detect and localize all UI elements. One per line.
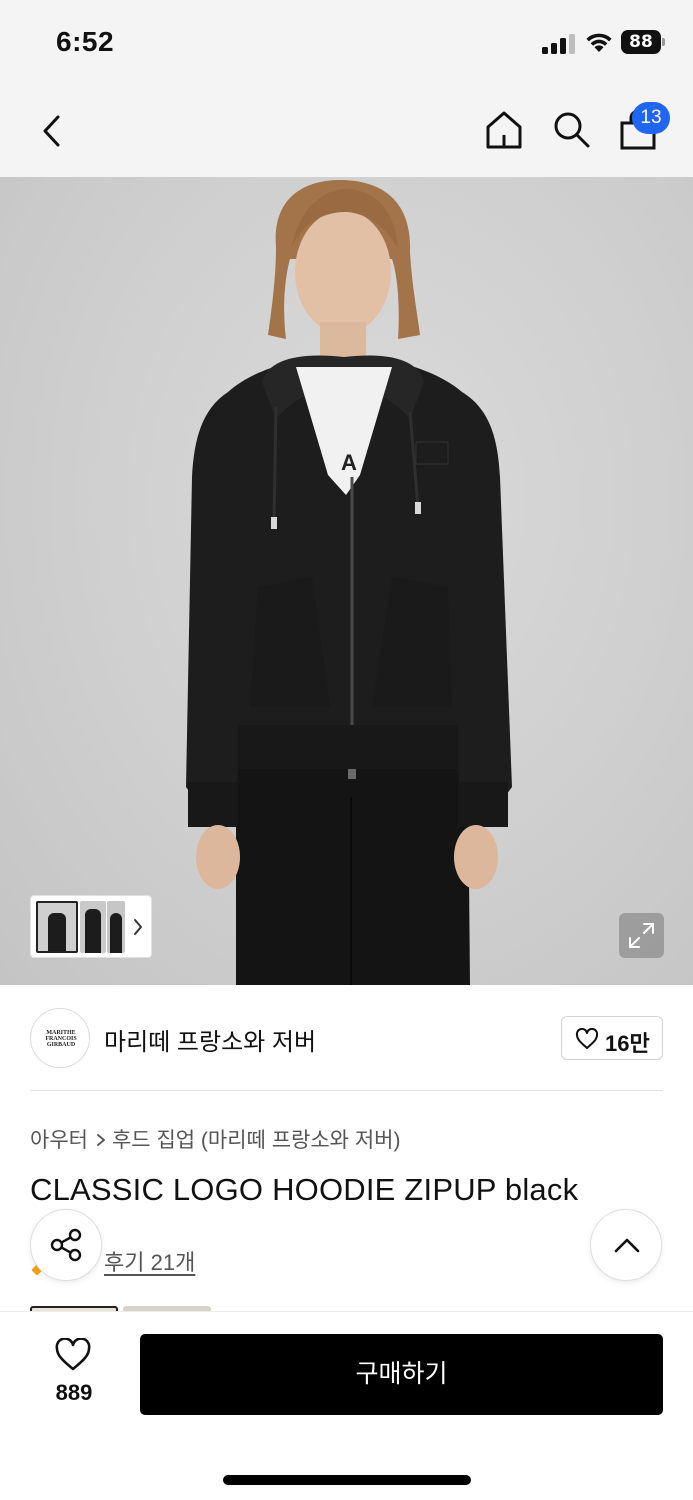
brand-like-count: 16만 xyxy=(605,1031,650,1056)
brand-like-button[interactable]: 16만 xyxy=(561,1016,663,1060)
expand-image-button[interactable] xyxy=(619,913,664,958)
chevron-up-icon xyxy=(614,1238,640,1253)
heart-outline-icon xyxy=(55,1338,91,1371)
product-title: CLASSIC LOGO HOODIE ZIPUP black xyxy=(30,1172,579,1207)
home-indicator xyxy=(223,1475,471,1485)
breadcrumb: 아우터 후드 집업 (마리떼 프랑소와 저버) xyxy=(30,1124,400,1154)
battery-indicator: 88 xyxy=(621,30,665,54)
home-icon[interactable] xyxy=(484,109,524,151)
review-link[interactable]: 후기 21개 xyxy=(104,1245,195,1277)
cart-count-badge: 13 xyxy=(632,102,670,134)
breadcrumb-item[interactable]: 후드 집업 (마리떼 프랑소와 저버) xyxy=(112,1129,400,1152)
expand-icon xyxy=(629,923,654,948)
gallery-thumbnail[interactable] xyxy=(36,901,78,953)
chevron-right-icon xyxy=(97,1134,105,1146)
wishlist-button[interactable]: 889 xyxy=(40,1336,108,1412)
buy-button[interactable]: 구매하기 xyxy=(140,1334,663,1415)
share-button[interactable] xyxy=(30,1209,102,1281)
svg-text:A: A xyxy=(341,450,357,475)
status-bar: 6:52 88 xyxy=(0,0,693,85)
gallery-thumbnail[interactable] xyxy=(107,901,125,953)
brand-name[interactable]: 마리떼 프랑소와 저버 xyxy=(104,1022,316,1057)
battery-tip xyxy=(662,38,665,46)
gallery-thumbnail[interactable] xyxy=(80,901,106,953)
gallery-thumbnails[interactable] xyxy=(30,895,152,958)
brand-logo[interactable]: MARITHE FRANCOIS GIRBAUD xyxy=(30,1008,90,1068)
share-icon xyxy=(50,1228,82,1262)
breadcrumb-item[interactable]: 아우터 xyxy=(30,1129,88,1152)
cellular-signal-icon xyxy=(542,34,575,54)
scroll-top-button[interactable] xyxy=(590,1209,662,1281)
battery-level: 88 xyxy=(629,32,653,52)
product-image[interactable]: A xyxy=(0,177,693,985)
search-icon[interactable] xyxy=(551,109,591,149)
wifi-icon xyxy=(586,33,612,52)
wishlist-count: 889 xyxy=(55,1380,93,1405)
nav-bar xyxy=(0,85,693,177)
model-photo: A xyxy=(186,180,512,985)
brand-logo-mark: MARITHE FRANCOIS GIRBAUD xyxy=(45,1030,77,1048)
heart-outline-icon xyxy=(575,1028,599,1049)
chevron-left-icon[interactable] xyxy=(38,113,66,149)
divider xyxy=(30,1090,663,1091)
chevron-right-icon[interactable] xyxy=(131,916,145,938)
status-time: 6:52 xyxy=(56,26,115,57)
